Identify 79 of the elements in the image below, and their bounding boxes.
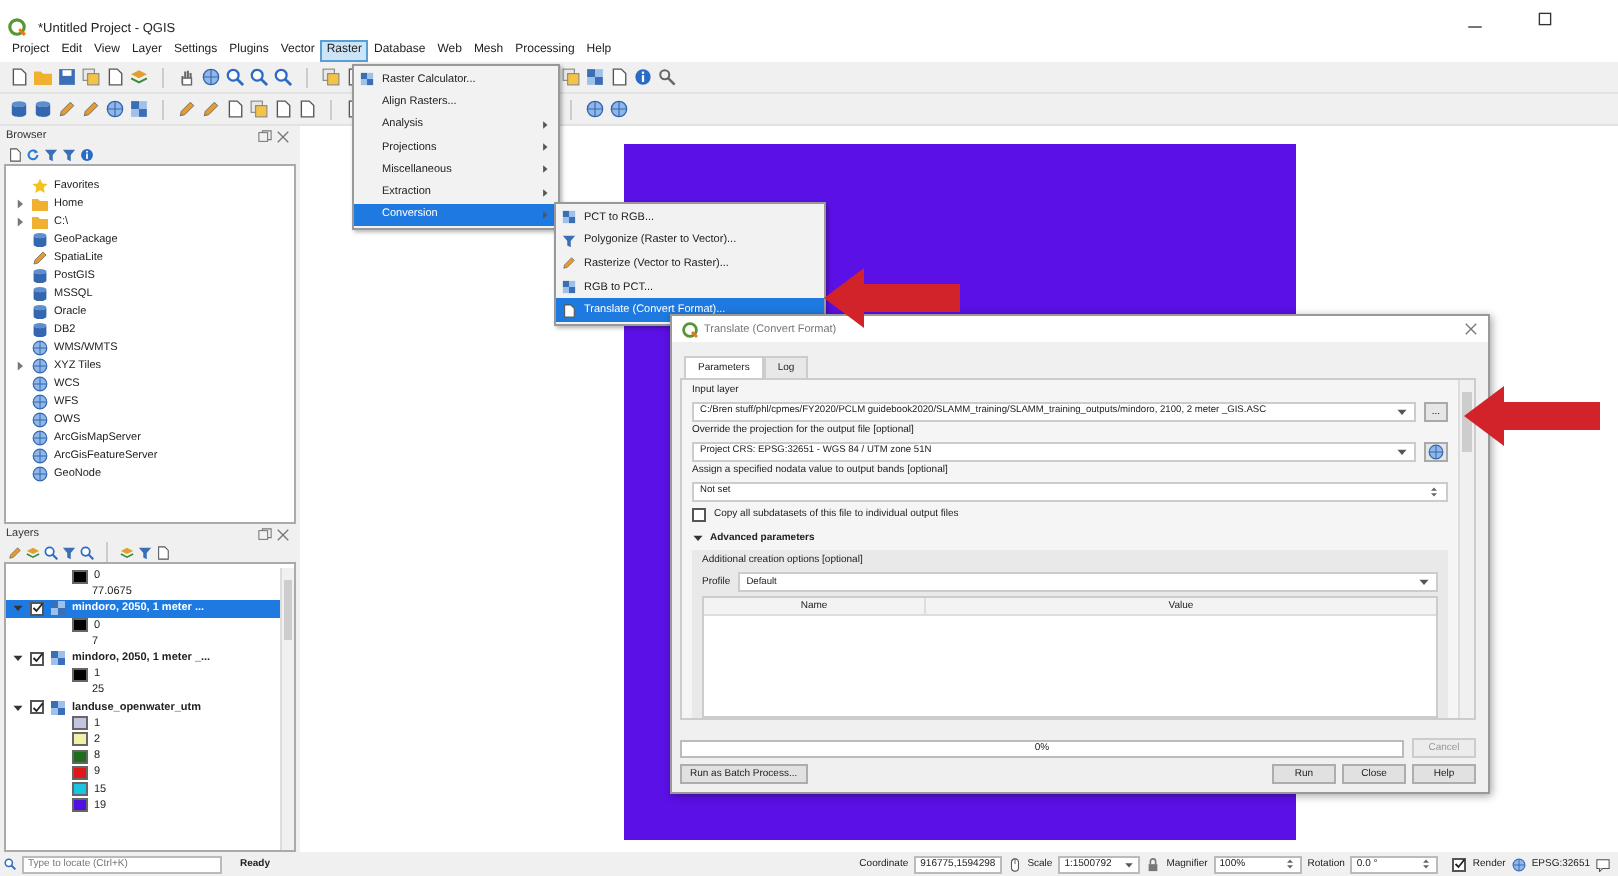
layer-checkbox[interactable] [30, 700, 44, 715]
raster-layer-icon [50, 600, 66, 617]
message-icon[interactable] [1596, 857, 1610, 871]
refresh-icon[interactable] [26, 147, 40, 161]
calculator-icon [360, 72, 374, 87]
layers-icon[interactable] [26, 545, 40, 559]
new-document-icon[interactable] [10, 68, 28, 86]
scrollbar[interactable] [1458, 380, 1474, 718]
document-icon[interactable] [226, 100, 244, 118]
close-icon[interactable] [276, 527, 290, 541]
callout-arrow [1464, 386, 1600, 446]
document-icon [562, 303, 576, 318]
caret-icon [1396, 405, 1408, 417]
zoom-icon[interactable] [274, 68, 292, 86]
magnifier-icon[interactable] [80, 545, 94, 559]
document-icon[interactable] [106, 68, 124, 86]
checkbox[interactable] [692, 508, 706, 522]
globe-icon[interactable] [1511, 857, 1526, 871]
zoom-in-icon[interactable] [226, 68, 244, 86]
dock-icon[interactable] [258, 527, 272, 541]
scrollbar[interactable] [280, 568, 294, 850]
collapse-arrow-icon[interactable] [692, 532, 704, 544]
crs-select-button[interactable] [1424, 441, 1448, 461]
copy-icon[interactable] [562, 68, 580, 86]
callout-arrow [824, 268, 960, 328]
raster-layer-icon [50, 650, 66, 667]
database-icon[interactable] [34, 100, 52, 118]
star-icon [32, 177, 48, 193]
expand-arrow-icon[interactable] [12, 701, 24, 714]
dock-icon[interactable] [258, 129, 272, 143]
copy-icon[interactable] [250, 100, 268, 118]
layer-checkbox[interactable] [30, 601, 44, 616]
globe-icon [1428, 443, 1444, 459]
spin-arrows-icon [1428, 485, 1440, 497]
copy-icon[interactable] [322, 68, 340, 86]
raster-layer-icon [50, 699, 66, 716]
render-checkbox[interactable] [1452, 857, 1467, 871]
checkmark-icon [31, 701, 43, 714]
checkmark-icon [31, 652, 43, 665]
close-icon[interactable] [276, 129, 290, 143]
mouse-icon[interactable] [1007, 857, 1022, 871]
save-icon[interactable] [58, 68, 76, 86]
pencil-icon [562, 256, 576, 271]
globe-icon[interactable] [202, 68, 220, 86]
info-icon[interactable] [634, 68, 652, 86]
globe-icon[interactable] [610, 100, 628, 118]
spin-arrows-icon [1283, 858, 1296, 870]
search-icon [4, 858, 16, 870]
raster-icon[interactable] [586, 68, 604, 86]
layers-icon[interactable] [120, 545, 134, 559]
pencil-icon [32, 249, 48, 265]
pan-hand-icon[interactable] [178, 68, 196, 86]
checkmark-icon [31, 602, 43, 615]
search-icon[interactable] [44, 545, 58, 559]
app-logo-icon [8, 18, 26, 36]
database-icon[interactable] [10, 100, 28, 118]
lock-icon[interactable] [1146, 857, 1161, 871]
close-icon[interactable] [1464, 322, 1478, 336]
grid-icon [562, 280, 576, 295]
caret-icon [1124, 859, 1135, 869]
raster-icon[interactable] [130, 100, 148, 118]
grid-icon [562, 210, 576, 225]
expand-arrow-icon[interactable] [12, 652, 24, 665]
layer-checkbox[interactable] [30, 651, 44, 666]
caret-icon [1418, 576, 1430, 588]
layers-icon[interactable] [130, 68, 148, 86]
info-icon[interactable] [80, 147, 94, 161]
globe-icon[interactable] [106, 100, 124, 118]
spin-arrows-icon [1420, 858, 1433, 870]
copy-icon[interactable] [82, 68, 100, 86]
database-icon [32, 231, 48, 247]
globe-icon[interactable] [586, 100, 604, 118]
funnel-icon [562, 233, 576, 248]
app-logo-icon [682, 321, 698, 337]
checkmark-icon [1453, 858, 1466, 870]
document-icon[interactable] [610, 68, 628, 86]
maximize-icon[interactable] [1536, 10, 1554, 28]
zoom-out-icon[interactable] [250, 68, 268, 86]
caret-icon [1396, 445, 1408, 457]
